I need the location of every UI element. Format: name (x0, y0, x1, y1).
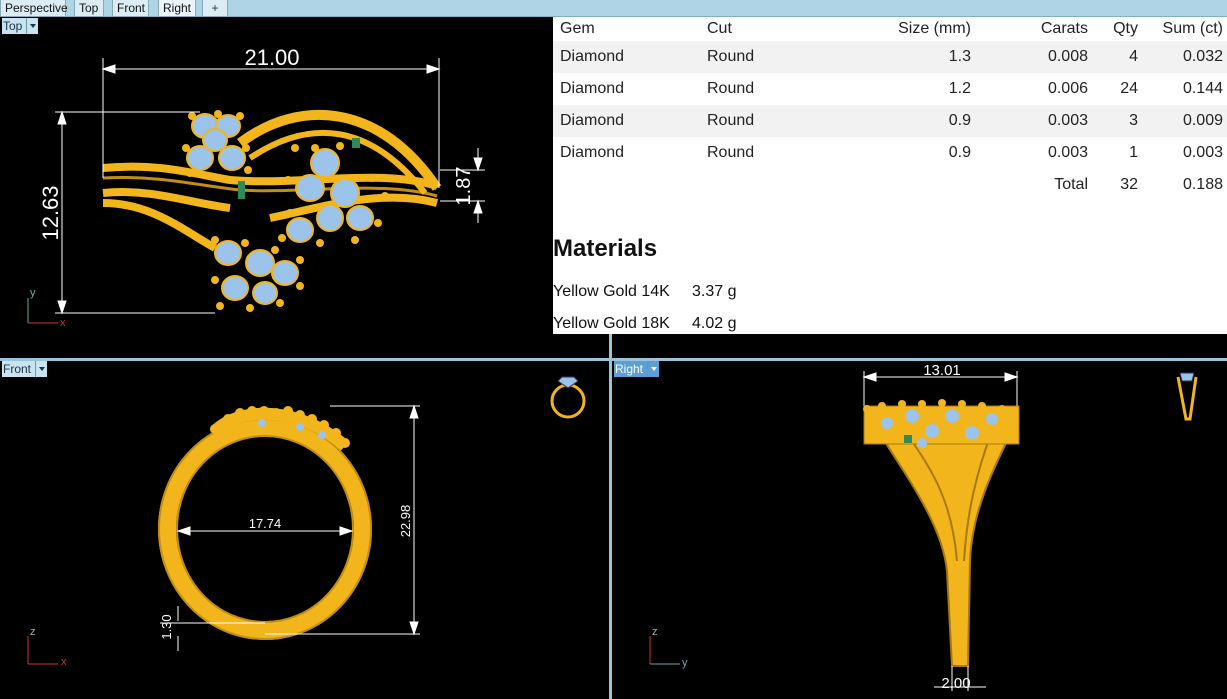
cell-cut: Round (700, 41, 820, 73)
cell-gem: Diamond (553, 105, 700, 137)
table-row: Diamond Round 0.9 0.003 3 0.009 (553, 105, 1227, 137)
ring-side-icon (1176, 372, 1198, 421)
materials-title: Materials (553, 235, 658, 262)
top-width-dim: 21.00 (244, 45, 299, 70)
top-axis-y-label: y (30, 287, 36, 299)
cell-gem: Diamond (553, 41, 700, 73)
cell-size: 1.2 (948, 80, 971, 97)
chevron-down-icon[interactable] (26, 18, 39, 34)
cell-carats: 0.006 (1047, 80, 1088, 97)
tab-top[interactable]: Top (74, 0, 104, 17)
cell-sum: 0.144 (1182, 80, 1223, 97)
tab-perspective[interactable]: Perspective (0, 0, 68, 17)
chevron-down-icon[interactable] (647, 361, 660, 377)
front-ring-drawing: 17.74 22.98 1.30 z x (27, 376, 586, 668)
cell-cut: Round (707, 80, 755, 97)
right-ring-drawing: 13.01 2.00 z y (649, 362, 1198, 692)
cell-cut: Round (700, 105, 820, 137)
cell-carats: 0.003 (975, 105, 1092, 137)
ring-front-icon (550, 376, 586, 419)
front-axis-x-label: x (61, 656, 67, 668)
col-size: Size (mm) (898, 20, 971, 37)
top-axis-x-label: x (60, 317, 66, 329)
col-sum: Sum (ct) (1162, 20, 1223, 37)
right-axis-x-label: y (682, 657, 688, 669)
viewport-top[interactable]: 21.00 12.63 1.87 y x Top (0, 18, 553, 358)
viewport-tabbar: Perspective Top Front Right + (0, 0, 1227, 17)
cell-sum: 0.003 (1182, 144, 1223, 161)
viewport-right-title: Right (614, 361, 648, 377)
viewport-right[interactable]: 13.01 2.00 z y Right (612, 361, 1227, 699)
total-sum: 0.188 (1182, 176, 1223, 193)
table-row: Diamond Round 1.2 0.006 24 0.144 (553, 73, 1227, 105)
cell-qty: 24 (1120, 80, 1138, 97)
top-ring-drawing: 21.00 12.63 1.87 y x (27, 45, 485, 329)
front-height-dim: 22.98 (398, 505, 413, 538)
material-weight: 3.37 g (692, 283, 737, 300)
top-height-dim: 12.63 (38, 185, 63, 240)
cell-qty: 4 (1092, 41, 1142, 73)
cell-gem: Diamond (560, 144, 625, 161)
viewport-front-title: Front (2, 361, 36, 377)
rhino-app: Perspective Top Front Right + 21.00 12.6… (0, 0, 1227, 699)
front-axis-y-label: z (30, 626, 36, 638)
cell-size: 0.9 (948, 144, 971, 161)
table-row: Diamond Round 1.3 0.008 4 0.032 (553, 41, 1227, 73)
cell-sum: 0.032 (1142, 41, 1227, 73)
col-cut: Cut (707, 20, 732, 37)
viewport-label-top[interactable]: Top (0, 18, 39, 34)
col-gem: Gem (560, 20, 595, 37)
cell-size: 1.3 (820, 41, 975, 73)
cell-carats: 0.003 (1047, 144, 1088, 161)
add-tab-icon[interactable]: + (202, 0, 228, 17)
cell-size: 0.9 (820, 105, 975, 137)
right-width-dim: 13.01 (923, 362, 961, 379)
col-qty: Qty (1113, 20, 1138, 37)
viewport-front[interactable]: 17.74 22.98 1.30 z x Front (0, 361, 609, 699)
gem-table: Gem Cut Size (mm) Carats Qty Sum (ct) Di… (553, 17, 1227, 201)
cell-qty: 1 (1129, 144, 1138, 161)
viewport-top-title: Top (2, 18, 27, 34)
tab-front[interactable]: Front (112, 0, 149, 17)
right-axis-y-label: z (652, 626, 658, 638)
cell-gem: Diamond (560, 80, 625, 97)
col-carats: Carats (1040, 20, 1088, 37)
table-total-row: Total 32 0.188 (553, 169, 1227, 201)
material-row: Yellow Gold 14K 3.37 g (553, 283, 736, 301)
top-band-dim: 1.87 (453, 167, 475, 206)
front-band-dim: 1.30 (159, 614, 174, 639)
material-name: Yellow Gold 14K (553, 283, 670, 300)
material-name: Yellow Gold 18K (553, 315, 670, 332)
cell-sum: 0.009 (1142, 105, 1227, 137)
tab-right[interactable]: Right (158, 0, 196, 17)
viewport-label-front[interactable]: Front (0, 361, 48, 377)
front-inner-dim: 17.74 (249, 516, 282, 531)
material-weight: 4.02 g (692, 315, 737, 332)
cell-qty: 3 (1092, 105, 1142, 137)
cell-cut: Round (707, 144, 755, 161)
table-row: Diamond Round 0.9 0.003 1 0.003 (553, 137, 1227, 169)
right-shank-dim: 2.00 (941, 675, 970, 692)
chevron-down-icon[interactable] (35, 361, 48, 377)
total-label: Total (1054, 176, 1088, 193)
material-row: Yellow Gold 18K 4.02 g (553, 315, 736, 333)
total-qty: 32 (1120, 176, 1138, 193)
gem-report-panel: Gem Cut Size (mm) Carats Qty Sum (ct) Di… (553, 17, 1227, 334)
viewport-label-right[interactable]: Right (612, 361, 660, 377)
cell-carats: 0.008 (975, 41, 1092, 73)
